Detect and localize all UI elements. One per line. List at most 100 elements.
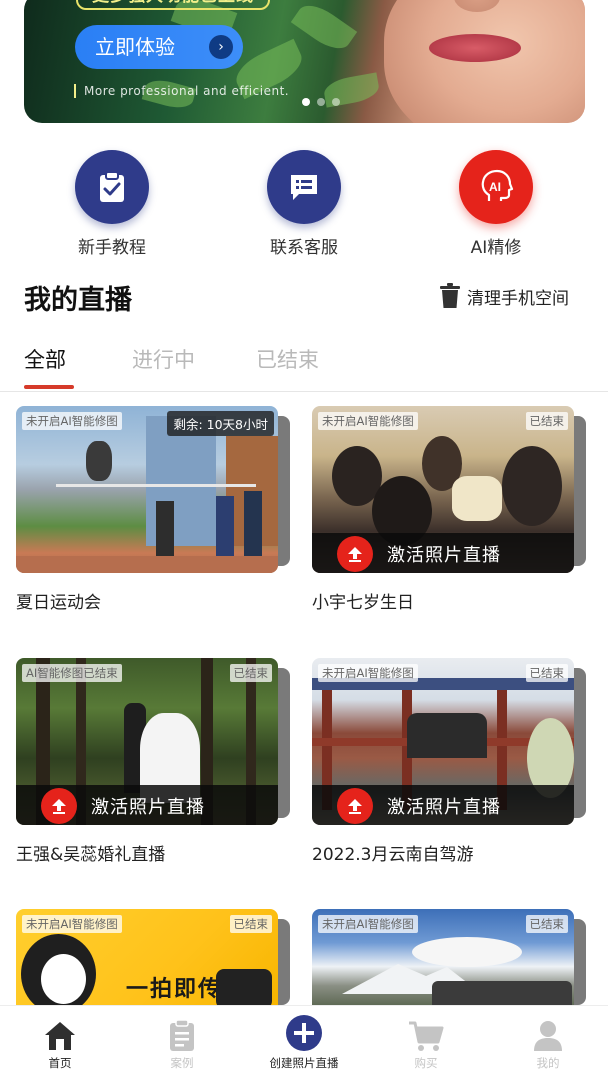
person-figure [244, 491, 262, 561]
cloud-shape [412, 937, 522, 967]
ended-status-tag: 已结束 [525, 915, 568, 933]
carousel-dot[interactable] [317, 98, 325, 106]
live-card[interactable]: 一拍即传 未开启AI智能修图 已结束 [16, 909, 290, 1005]
live-card-title: 小宇七岁生日 [312, 593, 414, 613]
section-title: 我的直播 [24, 285, 132, 316]
chevron-right-icon: › [209, 35, 233, 59]
live-card-thumbnail[interactable]: 未开启AI智能修图 剩余: 10天8小时 [16, 406, 290, 573]
trash-icon [440, 283, 460, 308]
person-figure [156, 501, 174, 561]
live-card-thumbnail[interactable]: 一拍即传 未开启AI智能修图 已结束 [16, 909, 290, 1005]
user-icon [534, 1021, 562, 1051]
quick-actions: 新手教程 联系客服 AI AI精修 [0, 150, 608, 260]
upload-icon [337, 788, 373, 824]
active-tab-indicator [24, 385, 74, 389]
app-logo-shape [216, 969, 272, 1005]
tutorial-button[interactable]: 新手教程 [52, 150, 172, 258]
live-card[interactable]: AI智能修图已结束 已结束 激活照片直播 王强&吴蕊婚礼直播 [16, 658, 290, 865]
ended-status-tag: 已结束 [525, 664, 568, 682]
live-card[interactable]: 未开启AI智能修图 已结束 激活照片直播 2022.3月云南自驾游 [312, 658, 586, 865]
message-icon [291, 175, 317, 200]
try-now-button[interactable]: 立即体验 › [75, 25, 243, 69]
live-card-thumbnail[interactable]: AI智能修图已结束 已结束 激活照片直播 [16, 658, 290, 825]
ai-retouch-label: AI精修 [470, 238, 522, 258]
leaf-decoration [290, 0, 358, 57]
nav-create-live[interactable]: 创建照片直播 [254, 1015, 354, 1071]
promo-banner[interactable]: 更多强大功能已上线 立即体验 › More professional and e… [24, 0, 585, 123]
ai-retouch-button[interactable]: AI AI精修 [436, 150, 556, 258]
document-icon [170, 1020, 194, 1051]
cake-shape [452, 476, 502, 521]
ai-status-tag: 未开启AI智能修图 [318, 915, 418, 933]
nav-purchase-label: 购买 [414, 1056, 438, 1070]
svg-text:AI: AI [489, 180, 501, 194]
ai-retouch-icon-circle: AI [459, 150, 533, 224]
clipboard-check-icon [100, 171, 124, 202]
home-icon [45, 1022, 75, 1050]
carousel-dot[interactable] [302, 98, 310, 106]
support-icon-circle [267, 150, 341, 224]
activate-live-button[interactable]: 激活照片直播 [16, 785, 278, 825]
ai-status-tag: 未开启AI智能修图 [318, 664, 418, 682]
person-figure [216, 496, 234, 561]
ended-status-tag: 已结束 [229, 664, 272, 682]
activate-live-button[interactable]: 激活照片直播 [312, 533, 574, 573]
nav-profile[interactable]: 我的 [498, 1018, 598, 1071]
live-card[interactable]: 未开启AI智能修图 已结束 激活照片直播 小宇七岁生日 [312, 406, 586, 613]
bottom-nav: 首页 案例 创建照片直播 购买 我的 [0, 1005, 608, 1080]
live-card[interactable]: 未开启AI智能修图 已结束 [312, 909, 586, 1005]
ai-status-tag: 未开启AI智能修图 [22, 915, 122, 933]
activate-live-label: 激活照片直播 [91, 797, 205, 818]
panda-shape [41, 954, 86, 1004]
live-card-title: 王强&吴蕊婚礼直播 [16, 845, 166, 865]
tab-in-progress[interactable]: 进行中 [132, 344, 195, 374]
try-now-label: 立即体验 [95, 35, 175, 59]
activate-live-label: 激活照片直播 [387, 797, 501, 818]
nav-home[interactable]: 首页 [10, 1018, 110, 1071]
activate-live-label: 激活照片直播 [387, 545, 501, 566]
live-card[interactable]: 未开启AI智能修图 剩余: 10天8小时 夏日运动会 [16, 406, 290, 613]
banner-headline: 更多强大功能已上线 [76, 0, 270, 10]
panda-slogan: 一拍即传 [126, 977, 223, 1002]
tutorial-label: 新手教程 [78, 238, 146, 258]
model-face-image [429, 34, 521, 62]
support-label: 联系客服 [270, 238, 338, 258]
nav-cases-label: 案例 [170, 1056, 194, 1070]
nav-create-live-label: 创建照片直播 [269, 1056, 339, 1070]
tab-ended[interactable]: 已结束 [256, 344, 319, 374]
high-jump-bar [56, 484, 256, 487]
ai-status-tag: 未开启AI智能修图 [318, 412, 418, 430]
ai-head-icon: AI [481, 169, 514, 201]
carousel-indicator [302, 98, 340, 106]
group-figures [432, 981, 572, 1005]
athlete-figure [86, 441, 112, 481]
live-card-thumbnail[interactable]: 未开启AI智能修图 已结束 激活照片直播 [312, 658, 586, 825]
ended-status-tag: 已结束 [229, 915, 272, 933]
live-tabs: 全部 进行中 已结束 [0, 340, 608, 392]
tutorial-icon-circle [75, 150, 149, 224]
live-card-thumbnail[interactable]: 未开启AI智能修图 已结束 [312, 909, 586, 1005]
live-card-thumbnail[interactable]: 未开启AI智能修图 已结束 激活照片直播 [312, 406, 586, 573]
group-figures [407, 713, 487, 758]
ended-status-tag: 已结束 [525, 412, 568, 430]
nav-purchase[interactable]: 购买 [376, 1018, 476, 1071]
cart-icon [409, 1021, 444, 1051]
tab-all[interactable]: 全部 [24, 344, 66, 374]
upload-icon [41, 788, 77, 824]
activate-live-button[interactable]: 激活照片直播 [312, 785, 574, 825]
cleanup-storage-button[interactable]: 清理手机空间 [439, 283, 569, 309]
track-surface [16, 556, 278, 573]
live-card-title: 夏日运动会 [16, 593, 101, 613]
ai-status-tag: AI智能修图已结束 [22, 664, 122, 682]
cleanup-label: 清理手机空间 [467, 288, 569, 309]
nav-cases[interactable]: 案例 [132, 1018, 232, 1071]
ai-status-tag: 未开启AI智能修图 [22, 412, 122, 430]
nav-profile-label: 我的 [536, 1056, 560, 1070]
live-card-title: 2022.3月云南自驾游 [312, 845, 474, 865]
banner-subtitle: More professional and efficient. [74, 84, 289, 98]
upload-icon [337, 536, 373, 572]
plus-circle-icon [286, 1015, 322, 1051]
child-figure [502, 446, 562, 526]
contact-support-button[interactable]: 联系客服 [244, 150, 364, 258]
carousel-dot[interactable] [332, 98, 340, 106]
